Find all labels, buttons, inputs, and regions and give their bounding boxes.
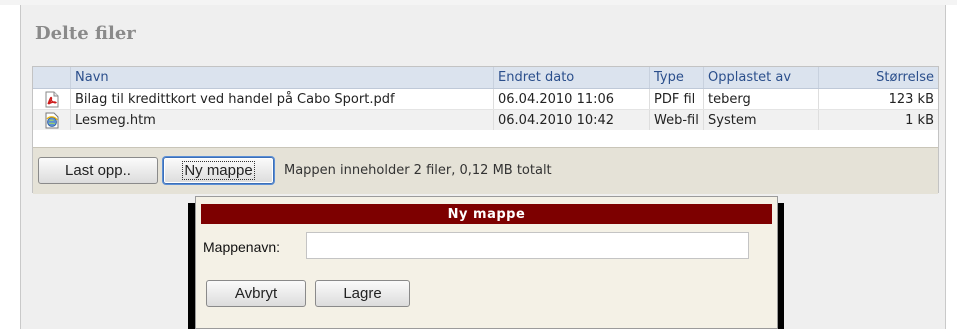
files-box: Navn Endret dato Type Opplastet av Størr… [32, 66, 939, 194]
new-folder-button-label: Ny mappe [182, 161, 255, 180]
file-name[interactable]: Lesmeg.htm [70, 109, 494, 130]
file-size: 1 kB [818, 109, 938, 130]
header-size[interactable]: Størrelse [818, 67, 938, 89]
new-folder-button[interactable]: Ny mappe [163, 157, 274, 184]
upload-button-label: Last opp.. [65, 162, 131, 179]
header-type[interactable]: Type [649, 67, 704, 89]
file-type: Web-fil [649, 109, 704, 130]
file-table: Navn Endret dato Type Opplastet av Størr… [33, 67, 938, 130]
file-name[interactable]: Bilag til kredittkort ved handel på Cabo… [70, 88, 494, 110]
header-name[interactable]: Navn [70, 67, 494, 89]
save-button-label: Lagre [343, 285, 382, 302]
web-file-icon [33, 109, 71, 130]
upload-button[interactable]: Last opp.. [38, 157, 158, 184]
table-header-row: Navn Endret dato Type Opplastet av Størr… [33, 67, 938, 89]
table-row[interactable]: Bilag til kredittkort ved handel på Cabo… [33, 88, 938, 110]
dialog-title: Ny mappe [201, 204, 772, 224]
folder-summary: Mappen inneholder 2 filer, 0,12 MB total… [284, 163, 552, 178]
header-uploaded-by[interactable]: Opplastet av [703, 67, 819, 89]
cancel-button-label: Avbryt [234, 285, 278, 302]
panel-title: Delte filer [35, 23, 136, 44]
file-uploaded-by: System [703, 109, 819, 130]
file-type: PDF fil [649, 88, 704, 110]
new-folder-dialog: Ny mappe Mappenavn: Avbryt Lagre [195, 196, 778, 329]
file-uploaded-by: teberg [703, 88, 819, 110]
header-date[interactable]: Endret dato [493, 67, 650, 89]
file-size: 123 kB [818, 88, 938, 110]
file-date: 06.04.2010 11:06 [493, 88, 650, 110]
header-icon-column [33, 67, 71, 89]
folder-name-label: Mappenavn: [203, 239, 281, 255]
folder-name-input[interactable] [306, 232, 749, 259]
file-date: 06.04.2010 10:42 [493, 109, 650, 130]
table-row[interactable]: Lesmeg.htm 06.04.2010 10:42 Web-fil Syst… [33, 109, 938, 130]
file-toolbar: Last opp.. Ny mappe Mappen inneholder 2 … [33, 147, 938, 194]
cancel-button[interactable]: Avbryt [206, 280, 306, 307]
save-button[interactable]: Lagre [315, 280, 410, 307]
pdf-file-icon [33, 88, 71, 110]
